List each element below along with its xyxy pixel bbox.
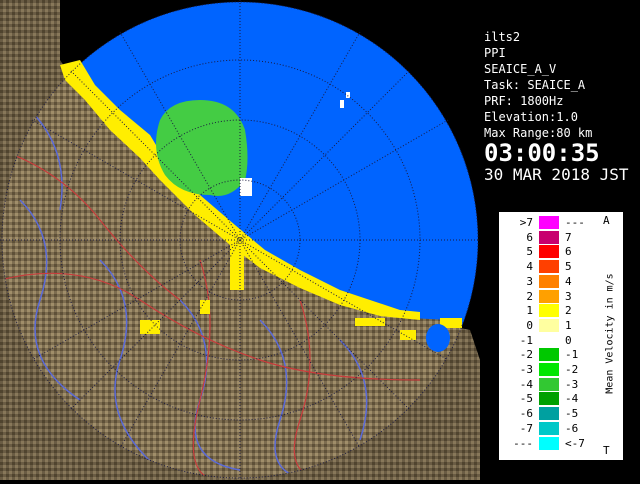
site-name: ilts2 [484,30,521,44]
legend-row-left-label: 5 [526,245,533,259]
legend-row-swatch [539,289,559,303]
legend-row-left-label: -6 [519,407,533,421]
legend-row-left-label: 6 [526,230,533,244]
legend-row-swatch [539,230,559,244]
legend-row-swatch [539,392,559,406]
legend-row-left-label: 2 [526,289,533,303]
legend-row-right-label: --- [565,216,585,229]
legend-row-left-label: 1 [526,304,533,318]
legend-row-right-label: -3 [565,377,579,391]
legend-row-right-label: 6 [565,245,572,259]
legend-row-left-label: -7 [519,421,533,435]
legend-row-right-label: 1 [565,318,572,332]
radar-ppi-display[interactable] [0,0,480,480]
legend-row-right-label: -1 [565,348,579,362]
bay [426,324,450,352]
legend-row-swatch [539,377,559,391]
scan-time: 03:00:35 [484,139,600,167]
legend-row-right-label: 7 [565,230,572,244]
legend-row-swatch [539,274,559,288]
legend-row-right-label: 4 [565,274,572,288]
legend-title-wrap: Mean Velocity in m/s [599,212,619,460]
legend-row-left-label: 0 [526,318,533,332]
product-type: PPI [484,46,506,60]
radar-ppi-svg [0,0,480,480]
task-name: SEAICE_A_V [484,62,557,76]
legend-row-right-label: -6 [565,421,579,435]
legend-row-right-label: 0 [565,333,572,347]
legend-row-left-label: -2 [519,348,533,362]
max-range-label: Max Range:80 km [484,126,593,140]
legend-row-swatch [539,216,559,229]
legend-row-left-label: -1 [519,333,533,347]
scan-date: 30 MAR 2018 JST [484,165,629,184]
legend-row-swatch [539,260,559,274]
legend-row-left-label: -3 [519,363,533,376]
legend-row-right-label: 2 [565,304,572,318]
legend-row-right-label: 5 [565,260,572,274]
legend-row-swatch [539,348,559,362]
legend-row-right-label: -4 [565,392,579,406]
legend-row-left-label: 4 [526,260,533,274]
legend-row-left-label: 3 [526,274,533,288]
legend-row-swatch [539,245,559,259]
legend-row-swatch [539,363,559,376]
legend-row-left-label: -5 [519,392,533,406]
legend-row-swatch [539,407,559,421]
prf-label: PRF: 1800Hz [484,94,564,108]
legend-row-right-label: 3 [565,289,572,303]
info-panel: ilts2 PPI SEAICE_A_V Task: SEAICE_A PRF:… [480,28,640,186]
legend-row-swatch [539,421,559,435]
legend-row-right-label: -5 [565,407,579,421]
legend-row-swatch [539,318,559,332]
legend-row-left-label: >7 [519,216,533,229]
legend-bottom-cap: T [603,444,610,457]
elevation-label: Elevation:1.0 [484,110,578,124]
legend-row-left-label: -4 [519,377,533,391]
legend-row-right-label: -2 [565,363,579,376]
legend-row-swatch [539,304,559,318]
velocity-legend: >7 --- 6 7 5 6 4 5 3 4 2 3 1 2 0 1 -1 0 -2 -1 -3 -2 -4 -3 -5 -4 -6… [498,211,624,461]
task-label: Task: SEAICE_A [484,78,586,92]
legend-title: Mean Velocity in m/s [604,273,616,394]
legend-row-swatch [539,436,559,450]
legend-row-left-label: --- [513,436,533,450]
legend-row-right-label: <-7 [565,436,585,450]
legend-row-swatch [539,333,559,347]
